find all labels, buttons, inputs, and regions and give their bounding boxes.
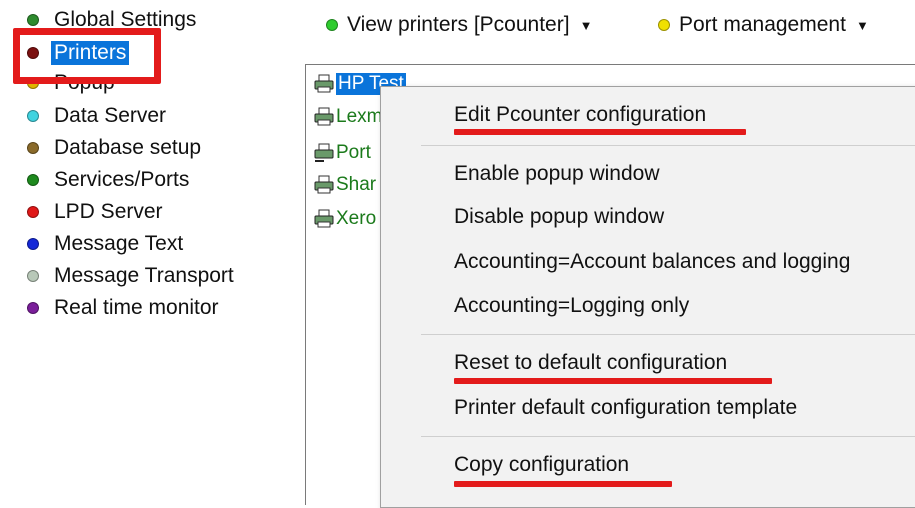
sidebar-nav: Global Settings Printers Popup Data Serv… xyxy=(0,0,300,494)
annotation-highlight-box xyxy=(13,28,161,84)
printer-name: Port xyxy=(336,142,371,163)
printer-port-icon xyxy=(314,143,334,162)
sidebar-item-label: LPD Server xyxy=(54,200,163,223)
menu-item-copy-configuration[interactable]: Copy configuration xyxy=(454,453,629,477)
context-menu: Edit Pcounter configuration Enable popup… xyxy=(380,86,915,508)
sidebar-item-database-setup[interactable]: Database setup xyxy=(27,135,201,161)
sidebar-item-lpd-server[interactable]: LPD Server xyxy=(27,199,163,225)
sidebar-item-label: Message Text xyxy=(54,232,184,255)
status-dot-icon xyxy=(27,238,39,250)
printer-icon xyxy=(314,209,334,228)
port-management-label: Port management xyxy=(679,13,846,36)
sidebar-item-label: Data Server xyxy=(54,104,167,127)
printer-name: Shar xyxy=(336,174,377,195)
status-dot-icon xyxy=(27,142,39,154)
printer-item[interactable]: Lexm xyxy=(314,105,382,129)
menu-item-reset-default-configuration[interactable]: Reset to default configuration xyxy=(454,351,727,375)
status-dot-icon xyxy=(27,302,39,314)
status-dot-icon xyxy=(27,206,39,218)
menu-separator xyxy=(421,436,915,437)
printer-item[interactable]: Shar xyxy=(314,173,376,197)
sidebar-item-label: Real time monitor xyxy=(54,296,219,319)
sidebar-item-label: Database setup xyxy=(54,136,202,159)
chevron-down-icon: ▼ xyxy=(855,17,869,33)
menu-separator xyxy=(421,334,915,335)
port-management-dropdown[interactable]: Port management ▼ xyxy=(658,11,869,39)
menu-item-enable-popup-window[interactable]: Enable popup window xyxy=(454,162,660,186)
sidebar-item-label: Message Transport xyxy=(54,264,234,287)
status-dot-icon xyxy=(326,19,338,31)
sidebar-item-data-server[interactable]: Data Server xyxy=(27,103,166,129)
sidebar-item-message-text[interactable]: Message Text xyxy=(27,231,183,257)
annotation-underline xyxy=(454,129,746,135)
printer-item[interactable]: Xero xyxy=(314,207,376,231)
status-dot-icon xyxy=(27,174,39,186)
sidebar-item-services-ports[interactable]: Services/Ports xyxy=(27,167,189,193)
status-dot-icon xyxy=(27,110,39,122)
status-dot-icon xyxy=(658,19,670,31)
annotation-underline xyxy=(454,481,672,487)
view-printers-dropdown[interactable]: View printers [Pcounter] ▼ xyxy=(326,11,592,39)
view-printers-label: View printers [Pcounter] xyxy=(347,13,570,36)
printer-name: Lexm xyxy=(336,106,383,127)
printer-icon xyxy=(314,74,334,93)
printer-icon xyxy=(314,175,334,194)
menu-separator xyxy=(421,145,915,146)
printer-icon xyxy=(314,107,334,126)
status-dot-icon xyxy=(27,14,39,26)
menu-item-disable-popup-window[interactable]: Disable popup window xyxy=(454,205,664,229)
printer-item[interactable]: Port xyxy=(314,141,371,165)
menu-item-printer-default-template[interactable]: Printer default configuration template xyxy=(454,396,797,420)
status-dot-icon xyxy=(27,270,39,282)
menu-item-accounting-balances-logging[interactable]: Accounting=Account balances and logging xyxy=(454,250,850,274)
menu-item-accounting-logging-only[interactable]: Accounting=Logging only xyxy=(454,294,689,318)
sidebar-item-label: Services/Ports xyxy=(54,168,190,191)
menu-item-edit-pcounter-configuration[interactable]: Edit Pcounter configuration xyxy=(454,103,706,127)
printer-name: Xero xyxy=(336,208,377,229)
sidebar-item-real-time-monitor[interactable]: Real time monitor xyxy=(27,295,219,321)
sidebar-item-message-transport[interactable]: Message Transport xyxy=(27,263,234,289)
annotation-underline xyxy=(454,378,772,384)
chevron-down-icon: ▼ xyxy=(579,17,593,33)
